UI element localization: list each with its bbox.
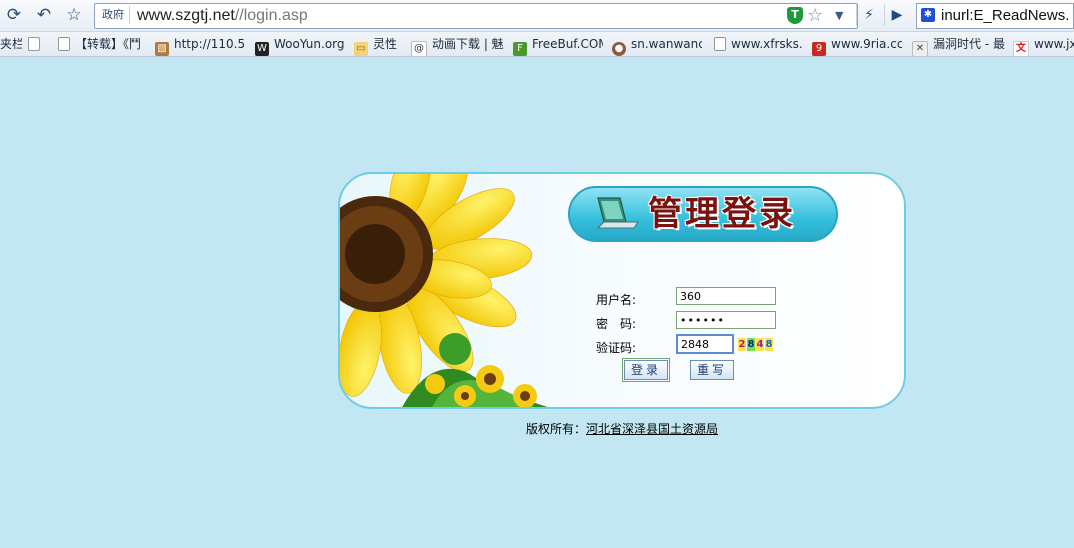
bookmark-label: www.xfrsks. [731, 37, 803, 51]
bookmark-label: http://110.5 [174, 37, 246, 51]
bookmark-item[interactable]: 夹栏 [0, 32, 22, 56]
bookmark-item[interactable]: 【转载】《鬥 [58, 32, 144, 56]
url-path: //login.asp [234, 7, 308, 24]
bookmark-label: FreeBuf.COM [532, 37, 603, 51]
folder-icon: ▭ [354, 42, 368, 56]
url-host: www.szgtj.net [137, 7, 235, 24]
refresh-icon[interactable]: ⟳ [3, 4, 25, 26]
reset-button[interactable]: 重写 [690, 360, 734, 380]
laptop-icon [596, 197, 639, 229]
page-icon [28, 37, 40, 51]
login-panel: 管理登录 用户名: 360 密 码: •••••• 验证码: 2848 2848… [338, 172, 906, 409]
bookmark-star-icon[interactable]: ☆ [807, 4, 823, 27]
captcha-image[interactable]: 2848 [738, 338, 774, 351]
bookmark-label: www.9ria.cc [831, 37, 902, 51]
lightning-icon[interactable]: ⚡ [856, 4, 881, 26]
chevron-down-icon[interactable]: ▼ [835, 4, 843, 28]
bookmark-item[interactable]: www.xfrsks. [714, 32, 804, 56]
search-input[interactable]: inurl:E_ReadNews. [941, 4, 1069, 28]
bookmark-label: 漏洞时代 - 最 [933, 37, 1005, 51]
bookmark-label: 夹栏 [0, 37, 22, 51]
bookmark-item[interactable]: @ 动画下载 | 魅 [411, 32, 505, 56]
bookmark-item[interactable]: W WooYun.org [255, 32, 345, 56]
address-url[interactable]: www.szgtj.net//login.asp [137, 4, 308, 28]
page-icon [714, 37, 726, 51]
sunflower-image [340, 174, 548, 407]
security-shield-icon[interactable]: T [787, 7, 803, 24]
image-icon: ▧ [155, 42, 169, 56]
bookmark-item[interactable]: ● sn.wanwanc [612, 32, 702, 56]
bookmark-item[interactable]: 9 www.9ria.cc [812, 32, 902, 56]
bookmark-item[interactable]: ▧ http://110.5 [155, 32, 247, 56]
bookmark-label: WooYun.org [274, 37, 345, 51]
login-button[interactable]: 登录 [622, 358, 670, 382]
copyright-footer: 版权所有：河北省深泽县国土资源局 [526, 420, 718, 437]
copyright-prefix: 版权所有： [526, 422, 587, 436]
address-site-tag: 政府 [97, 6, 130, 24]
captcha-input[interactable]: 2848 [676, 334, 734, 354]
password-label: 密 码: [596, 317, 637, 331]
page-title: 管理登录 [648, 194, 796, 234]
bookmark-label: sn.wanwanc [631, 37, 702, 51]
captcha-digit: 8 [747, 338, 755, 351]
password-input[interactable]: •••••• [676, 311, 776, 329]
bookmarks-bar: 夹栏 【转载】《鬥 ▧ http://110.5 W WooYun.org ▭ 灵性 … [0, 32, 1074, 57]
freebuf-icon: F [513, 42, 527, 56]
bookmark-item[interactable] [28, 32, 52, 56]
username-label: 用户名: [596, 293, 637, 307]
back-icon[interactable]: ↶ [33, 4, 55, 26]
wooyun-icon: W [255, 42, 269, 56]
browser-toolbar: ⟳ ↶ ☆ 政府 www.szgtj.net//login.asp T ☆ ▼ … [0, 0, 1074, 32]
bookmark-label: www.jxy [1034, 37, 1074, 51]
page-icon [58, 37, 70, 51]
swirl-icon: @ [411, 41, 427, 56]
paw-icon[interactable]: ✱ [921, 8, 935, 22]
favorite-star-icon[interactable]: ☆ [63, 4, 85, 26]
avatar-icon: ● [612, 42, 626, 56]
captcha-digit: 4 [756, 338, 764, 351]
title-banner: 管理登录 [568, 186, 838, 242]
bookmark-label: 【转载】《鬥 [75, 37, 142, 51]
wen-icon: 文 [1013, 41, 1029, 56]
captcha-digit: 2 [738, 338, 746, 351]
bookmark-label: 动画下载 | 魅 [432, 37, 504, 51]
9ria-icon: 9 [812, 42, 826, 56]
bookmark-item[interactable]: ✕ 漏洞时代 - 最 [912, 32, 1006, 56]
go-arrow-icon[interactable]: ▶ [884, 4, 909, 26]
address-bar[interactable]: 政府 www.szgtj.net//login.asp T ☆ ▼ [94, 3, 858, 29]
bookmark-item[interactable]: 文 www.jxy [1013, 32, 1074, 56]
bookmark-item[interactable]: F FreeBuf.COM [513, 32, 603, 56]
bookmark-item[interactable]: ▭ 灵性 [354, 32, 404, 56]
bookmark-label: 灵性 [373, 37, 398, 51]
captcha-digit: 8 [765, 338, 773, 351]
cross-icon: ✕ [912, 41, 928, 56]
username-input[interactable]: 360 [676, 287, 776, 305]
captcha-label: 验证码: [596, 341, 637, 355]
owner-link[interactable]: 河北省深泽县国土资源局 [586, 422, 718, 436]
search-bar[interactable]: ✱ inurl:E_ReadNews. [916, 3, 1074, 29]
